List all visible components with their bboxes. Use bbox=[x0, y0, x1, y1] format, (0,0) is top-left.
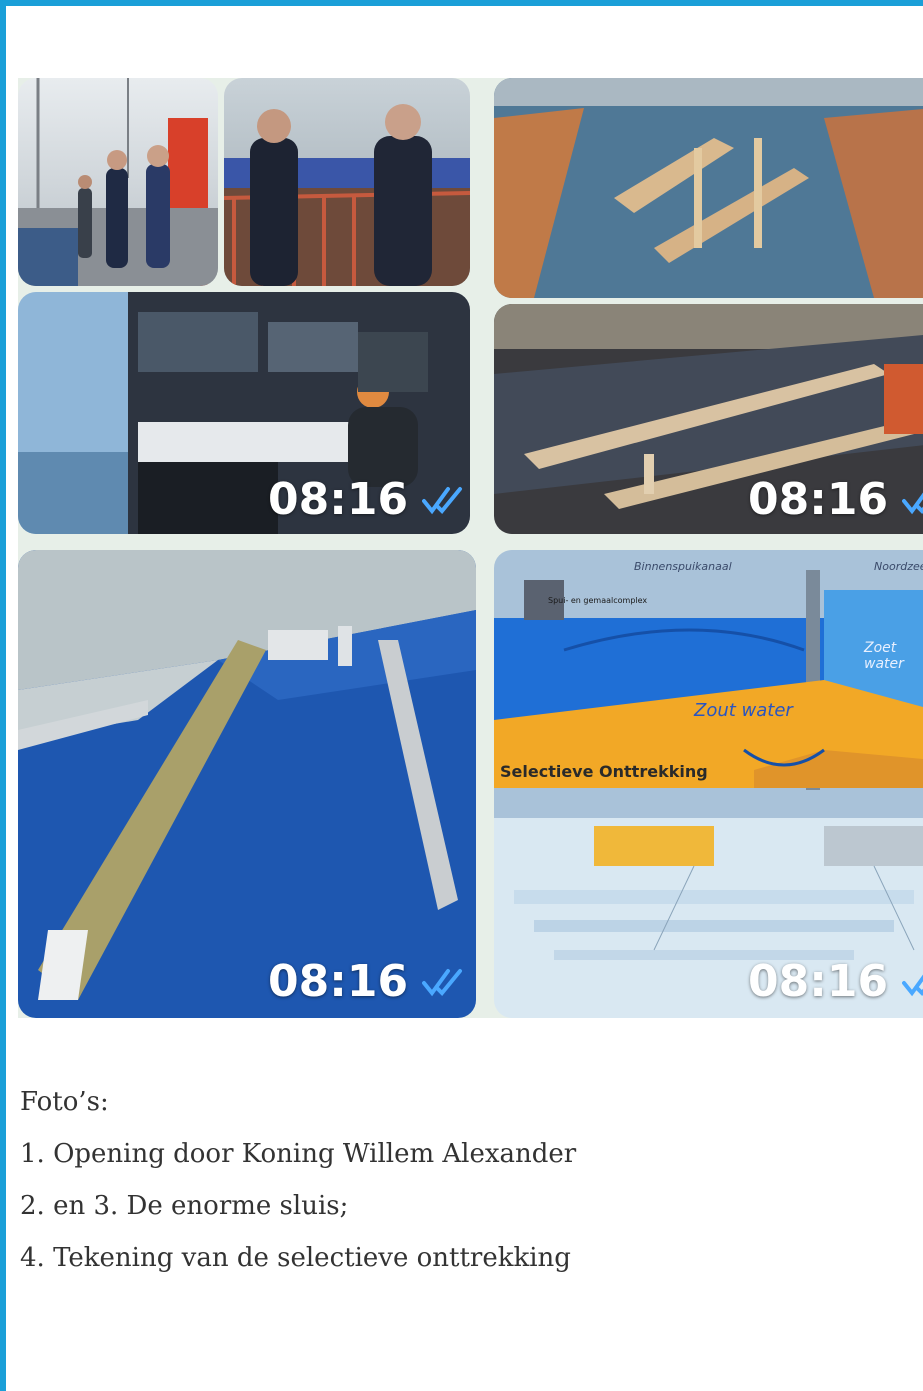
diagram-selective-withdrawal[interactable]: Binnenspuikanaal Noordzee Spui- en gemaa… bbox=[494, 550, 923, 1018]
photo-king-walking[interactable] bbox=[18, 78, 218, 286]
photo-lock-aerial-1[interactable] bbox=[494, 78, 923, 298]
caption-item-3: 4. Tekening van de selectieve onttrekkin… bbox=[20, 1243, 571, 1273]
photo-king-standing[interactable] bbox=[224, 78, 470, 286]
diagram-label-fresh-water: Zoet water bbox=[864, 640, 904, 672]
double-check-icon bbox=[902, 485, 923, 515]
double-check-icon bbox=[902, 967, 923, 997]
photo-caption: Foto’s: 1. Opening door Koning Willem Al… bbox=[20, 1076, 900, 1284]
caption-item-1: 1. Opening door Koning Willem Alexander bbox=[20, 1139, 577, 1169]
diagram-title: Selectieve Onttrekking bbox=[500, 762, 708, 781]
diagram-label-inner-canal: Binnenspuikanaal bbox=[634, 560, 732, 573]
diagram-label-north-sea: Noordzee bbox=[874, 560, 923, 573]
caption-item-2: 2. en 3. De enorme sluis; bbox=[20, 1191, 349, 1221]
double-check-icon bbox=[422, 967, 466, 997]
timestamp-photo-6: 08:16 bbox=[748, 956, 923, 1007]
timestamp-photo-4: 08:16 bbox=[748, 474, 923, 525]
timestamp-photo-3: 08:16 bbox=[268, 474, 466, 525]
timestamp-photo-5: 08:16 bbox=[268, 956, 466, 1007]
photo-harbor-aerial[interactable] bbox=[18, 550, 476, 1018]
diagram-label-salt-water: Zout water bbox=[694, 700, 793, 721]
caption-heading: Foto’s: bbox=[20, 1087, 109, 1117]
photo-collage: Binnenspuikanaal Noordzee Spui- en gemaa… bbox=[18, 78, 923, 1018]
double-check-icon bbox=[422, 485, 466, 515]
diagram-label-complex: Spui- en gemaalcomplex bbox=[548, 596, 648, 605]
